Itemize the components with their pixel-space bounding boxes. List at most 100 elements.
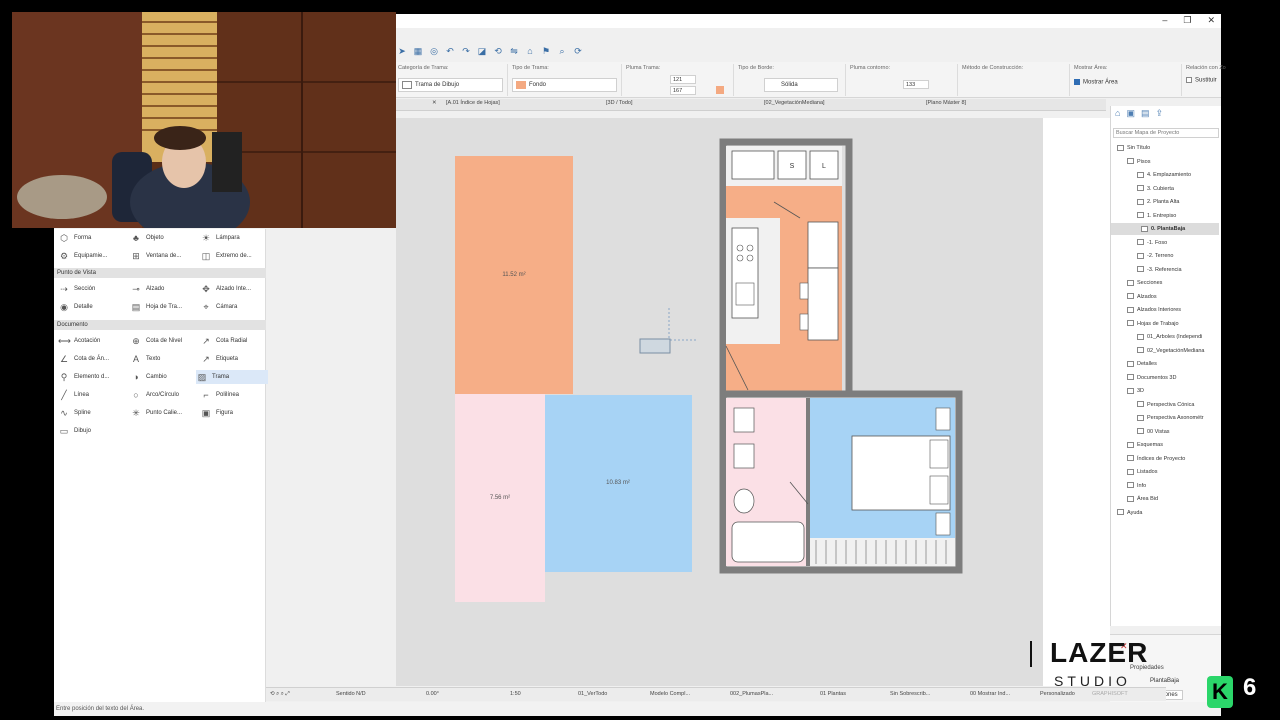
nav-item[interactable]: 4. Emplazamiento bbox=[1137, 169, 1191, 181]
tool-end[interactable]: ◫ Extremo de... bbox=[200, 249, 272, 263]
nav-item[interactable]: Listados bbox=[1127, 466, 1158, 478]
tool-line[interactable]: ╱ Línea bbox=[58, 388, 130, 402]
nav-item[interactable]: Secciones bbox=[1127, 277, 1162, 289]
nav-item[interactable]: 0. PlantaBaja bbox=[1111, 223, 1219, 235]
navigator-search-input[interactable]: Buscar Mapa de Proyecto bbox=[1113, 128, 1219, 138]
nav-item[interactable]: -2. Terreno bbox=[1137, 250, 1174, 262]
fill-icon[interactable]: ◪ bbox=[476, 45, 488, 57]
nav-item[interactable]: Alzados bbox=[1127, 291, 1157, 303]
tool-worksheet[interactable]: ▤ Hoja de Tra... bbox=[130, 300, 202, 314]
project-map-icon[interactable]: ⌂ bbox=[1115, 108, 1120, 119]
view-map-icon[interactable]: ▣ bbox=[1126, 108, 1135, 119]
nav-item[interactable]: Ayuda bbox=[1117, 507, 1143, 519]
tool-angle-dimension[interactable]: ∠ Cota de Án... bbox=[58, 352, 130, 366]
arrow-tool-icon[interactable]: ➤ bbox=[396, 45, 408, 57]
tool-change[interactable]: ◑ Cambio bbox=[130, 370, 202, 384]
border-type-select[interactable]: Sólida bbox=[764, 78, 838, 92]
layer-combo-field[interactable]: 01_VerTodo bbox=[578, 691, 607, 697]
nav-item[interactable]: 3. Cubierta bbox=[1137, 183, 1174, 195]
nav-item[interactable]: Perspectiva Cónica bbox=[1137, 399, 1194, 411]
tool-interior-elevation[interactable]: ✥ Alzado Inte... bbox=[200, 282, 272, 296]
show-area-checkbox[interactable]: Mostrar Área bbox=[1074, 79, 1118, 86]
nav-item[interactable]: 02_VegetaciónMediana bbox=[1137, 345, 1205, 357]
refresh-icon[interactable]: ⟳ bbox=[572, 45, 584, 57]
tool-text[interactable]: A Texto bbox=[130, 352, 202, 366]
nav-item[interactable]: Esquemas bbox=[1127, 439, 1163, 451]
tab-index-sheets[interactable]: [A.01 Índice de Hojas] bbox=[446, 100, 500, 106]
tool-arc-circle[interactable]: ○ Arco/Círculo bbox=[130, 388, 202, 402]
nav-item[interactable]: Pisos bbox=[1127, 156, 1150, 168]
fill-type-select[interactable]: Fondo bbox=[512, 78, 617, 92]
nav-item[interactable]: Alzados Interiores bbox=[1127, 304, 1181, 316]
nav-item[interactable]: Perspectiva Axonométr bbox=[1137, 412, 1204, 424]
model-view-field[interactable]: Modelo Compl... bbox=[650, 691, 690, 697]
tab-master-plan[interactable]: [Plano Máster 8] bbox=[926, 100, 966, 106]
undo-icon[interactable]: ↶ bbox=[444, 45, 456, 57]
fill-pen-b-field[interactable]: 167 bbox=[670, 86, 696, 95]
replace-checkbox[interactable]: Sustituir bbox=[1186, 77, 1217, 84]
tool-drawing[interactable]: ▭ Dibujo bbox=[58, 424, 130, 438]
tool-elevation[interactable]: ⊸ Alzado bbox=[130, 282, 202, 296]
maximize-button[interactable]: ❐ bbox=[1183, 15, 1191, 26]
floor-plan-cut-field[interactable]: 01 Plantas bbox=[820, 691, 846, 697]
tool-lamp[interactable]: ☀ Lámpara bbox=[200, 231, 272, 245]
floor-plan-canvas[interactable]: 11.52 m² 7.56 m² 10.83 m² S L bbox=[396, 118, 1043, 686]
area-display-field[interactable]: 00 Mostrar Ind... bbox=[970, 691, 1010, 697]
nav-item[interactable]: 1. Entrepiso bbox=[1137, 210, 1176, 222]
tab-vegetation[interactable]: [02_VegetaciónMediana] bbox=[764, 100, 825, 106]
tab-3d-all[interactable]: [3D / Todo] bbox=[606, 100, 633, 106]
nav-item[interactable]: Índices de Proyecto bbox=[1127, 453, 1185, 465]
scale-field[interactable]: 1:50 bbox=[510, 691, 521, 697]
tool-level-dimension[interactable]: ⊕ Cota de Nivel bbox=[130, 334, 202, 348]
tool-object[interactable]: ♣ Objeto bbox=[130, 231, 202, 245]
tool-camera[interactable]: ⌖ Cámara bbox=[200, 300, 272, 314]
undo-zoom-icon[interactable]: ⟲ ⌕ ⌕ ⤢ bbox=[270, 691, 290, 698]
tool-equipment[interactable]: ⚙ Equipamie... bbox=[58, 249, 130, 263]
fill-category-select[interactable]: Trama de Dibujo bbox=[398, 78, 503, 92]
marquee-icon[interactable]: ▦ bbox=[412, 45, 424, 57]
tool-figure[interactable]: ▣ Figura bbox=[200, 406, 272, 420]
close-tab-icon[interactable]: ✕ bbox=[432, 100, 437, 106]
nav-item[interactable]: Hojas de Trabajo bbox=[1127, 318, 1179, 330]
mirror-icon[interactable]: ⇋ bbox=[508, 45, 520, 57]
layout-book-icon[interactable]: ▤ bbox=[1141, 108, 1150, 119]
publisher-icon[interactable]: ⇪ bbox=[1155, 108, 1163, 119]
nav-item[interactable]: 2. Planta Alta bbox=[1137, 196, 1179, 208]
section-viewpoint[interactable]: Punto de Vista bbox=[54, 268, 266, 278]
tool-dimension[interactable]: ⟷ Acotación bbox=[58, 334, 130, 348]
nav-item[interactable]: Info bbox=[1127, 480, 1146, 492]
tool-radial-dimension[interactable]: ↗ Cota Radial bbox=[200, 334, 272, 348]
close-button[interactable]: ✕ bbox=[1207, 15, 1215, 26]
pen-set-field[interactable]: 002_PlumasPla... bbox=[730, 691, 773, 697]
tool-label[interactable]: ↗ Etiqueta bbox=[200, 352, 272, 366]
section-document[interactable]: Documento bbox=[54, 320, 266, 330]
tool-section[interactable]: ⇢ Sección bbox=[58, 282, 130, 296]
pen-color-swatch[interactable] bbox=[716, 86, 724, 94]
redo-icon[interactable]: ↷ bbox=[460, 45, 472, 57]
tool-spline[interactable]: ∿ Spline bbox=[58, 406, 130, 420]
nav-item[interactable]: 00 Vistas bbox=[1137, 426, 1170, 438]
nav-item[interactable]: 01_Arboles (Independi bbox=[1137, 331, 1202, 343]
tool-element[interactable]: ⚲ Elemento d... bbox=[58, 370, 130, 384]
nav-item[interactable]: Documentos 3D bbox=[1127, 372, 1176, 384]
nav-item[interactable]: 3D bbox=[1127, 385, 1144, 397]
snap-icon[interactable]: ◎ bbox=[428, 45, 440, 57]
fill-pen-a-field[interactable]: 121 bbox=[670, 75, 696, 84]
angle-field[interactable]: 0.00° bbox=[426, 691, 439, 697]
contour-pen-field[interactable]: 133 bbox=[903, 80, 929, 89]
nav-item[interactable]: -3. Referencia bbox=[1137, 264, 1182, 276]
tool-detail[interactable]: ◉ Detalle bbox=[58, 300, 130, 314]
rotate-icon[interactable]: ⟲ bbox=[492, 45, 504, 57]
flag-icon[interactable]: ⚑ bbox=[540, 45, 552, 57]
tool-hotspot[interactable]: ✳ Punto Calie... bbox=[130, 406, 202, 420]
minimize-button[interactable]: – bbox=[1162, 15, 1167, 26]
tool-fill[interactable]: ▨ Trama bbox=[196, 370, 268, 384]
tool-morph[interactable]: ⬡ Forma bbox=[58, 231, 130, 245]
offset-icon[interactable]: ⌂ bbox=[524, 45, 536, 57]
nav-item[interactable]: Área Bid bbox=[1127, 493, 1158, 505]
find-icon[interactable]: ⌕ bbox=[556, 45, 568, 57]
graphic-override-field[interactable]: Sin Sobrescrib... bbox=[890, 691, 930, 697]
nav-item[interactable]: Sin Título bbox=[1117, 142, 1150, 154]
nav-item[interactable]: -1. Foso bbox=[1137, 237, 1167, 249]
nav-item[interactable]: Detalles bbox=[1127, 358, 1157, 370]
